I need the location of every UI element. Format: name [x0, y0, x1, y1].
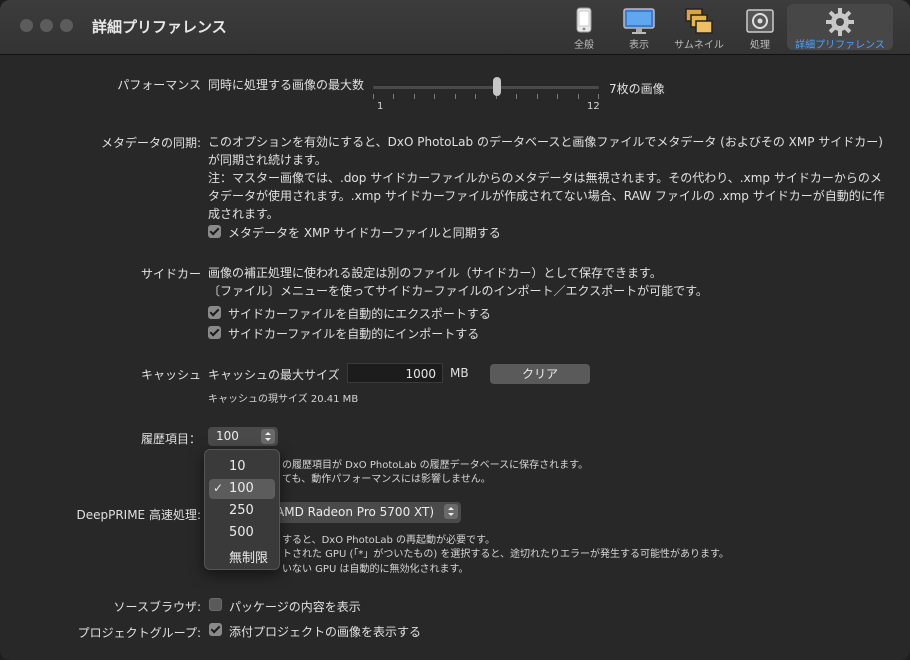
- metadata-label: メタデータの同期:: [100, 136, 201, 150]
- metadata-desc: このオプションを有効にすると、DxO PhotoLab のデータベースと画像ファ…: [208, 133, 898, 223]
- attached-project-images-checkbox[interactable]: [209, 623, 222, 636]
- history-desc1: の履歴項目が DxO PhotoLab の履歴データベースに保存されます。: [282, 460, 589, 471]
- deepprime-gpu-popup[interactable]: AMD Radeon Pro 5700 XT): [270, 502, 461, 523]
- checkmark-icon: ✓: [213, 481, 224, 495]
- cache-label: キャッシュ: [140, 368, 201, 382]
- slider-track[interactable]: [373, 86, 599, 89]
- menu-item-label: 500: [229, 525, 254, 540]
- menu-item-500[interactable]: 500: [209, 523, 275, 543]
- toolbar-processing[interactable]: 処理: [738, 4, 782, 51]
- chevron-up-down-icon: [444, 504, 458, 519]
- source-browser-label: ソースブラウザ:: [113, 600, 201, 614]
- slider-tick: [373, 94, 374, 99]
- close-window-button[interactable]: [20, 19, 33, 32]
- metadata-sync-checkbox[interactable]: [208, 225, 221, 238]
- metadata-note2: タデータが使用されます。.xmp サイドカーファイルが作成されてない場合、RAW…: [208, 189, 885, 203]
- slider-tick: [434, 94, 435, 99]
- deepprime-desc2: トされた GPU (「*」がついたもの) を選択すると、途切れたりエラーが発生す…: [282, 549, 730, 560]
- menu-item-10[interactable]: 10: [209, 457, 275, 477]
- toolbar-advanced-label: 詳細プリファレンス: [795, 40, 885, 51]
- minimize-window-button[interactable]: [40, 19, 53, 32]
- menu-item-250[interactable]: 250: [209, 501, 275, 521]
- sidecar-export-label: サイドカーファイルを自動的にエクスポートする: [228, 307, 491, 321]
- deepprime-desc1: すると、DxO PhotoLab の再起動が必要です。: [282, 535, 496, 546]
- deepprime-label: DeepPRIME 高速処理:: [76, 508, 201, 522]
- slider-tick: [537, 94, 538, 99]
- thumbnails-icon: [684, 7, 714, 38]
- cache-size-input[interactable]: 1000: [347, 363, 443, 383]
- monitor-icon: [623, 7, 655, 38]
- slider-knob[interactable]: [493, 77, 501, 96]
- history-popup-value: 100: [216, 429, 239, 443]
- zoom-window-button[interactable]: [60, 19, 73, 32]
- menu-item-label: 250: [229, 503, 254, 518]
- history-dropdown-menu: 10 ✓ 100 250 500 無制限: [204, 449, 280, 570]
- slider-tick: [475, 94, 476, 99]
- package-contents-checkbox[interactable]: [209, 598, 222, 611]
- slider-tick: [414, 94, 415, 99]
- cache-current-size: キャッシュの現サイズ 20.41 MB: [208, 394, 359, 405]
- history-popup[interactable]: 100: [208, 427, 278, 446]
- toolbar-general-label: 全般: [574, 40, 594, 51]
- project-group-label: プロジェクトグループ:: [77, 626, 201, 640]
- history-desc2: ても、動作パフォーマンスには影響しません。: [282, 474, 491, 485]
- title-bar: 詳細プリファレンス 全般 表示 サムネイル 処理 詳細プリファレンス: [0, 0, 910, 55]
- menu-item-label: 100: [229, 481, 254, 496]
- menu-item-unlimited[interactable]: 無制限: [209, 545, 275, 566]
- cache-unit: MB: [450, 366, 469, 380]
- chevron-up-down-icon: [261, 429, 275, 444]
- toolbar-display-label: 表示: [629, 40, 649, 51]
- sidecar-export-checkbox[interactable]: [208, 306, 221, 319]
- metadata-line2: が同期され続けます。: [208, 153, 327, 167]
- performance-desc: 同時に処理する画像の最大数: [208, 78, 365, 92]
- metadata-sync-label: メタデータを XMP サイドカーファイルと同期する: [228, 226, 501, 240]
- slider-tick: [455, 94, 456, 99]
- toolbar-thumbnails[interactable]: サムネイル: [670, 4, 728, 51]
- toolbar-processing-label: 処理: [750, 40, 770, 51]
- menu-item-100[interactable]: ✓ 100: [209, 479, 275, 499]
- package-contents-label: パッケージの内容を表示: [229, 600, 361, 614]
- cache-clear-button[interactable]: クリア: [490, 364, 590, 384]
- performance-label: パフォーマンス: [117, 78, 201, 92]
- deepprime-gpu-value: AMD Radeon Pro 5700 XT): [276, 505, 435, 519]
- metadata-line1: このオプションを有効にすると、DxO PhotoLab のデータベースと画像ファ…: [208, 135, 883, 149]
- sidecar-line2: 〔ファイル〕メニューを使ってサイドカ−ファイルのインポート／エクスポートが可能で…: [208, 284, 708, 298]
- metadata-note1: 注：マスター画像では、.dop サイドカーファイルからのメタデータは無視されます…: [208, 171, 882, 185]
- deepprime-desc3: いない GPU は自動的に無効化されます。: [282, 564, 469, 575]
- processing-icon: [746, 7, 774, 38]
- attached-project-images-label: 添付プロジェクトの画像を表示する: [229, 625, 422, 639]
- slider-min-label: 1: [377, 101, 384, 112]
- slider-tick: [393, 94, 394, 99]
- sidecar-import-label: サイドカーファイルを自動的にインポートする: [228, 327, 480, 341]
- sidecar-label: サイドカー: [140, 267, 201, 281]
- cache-max-label: キャッシュの最大サイズ: [208, 368, 340, 382]
- metadata-note3: 成されます。: [208, 207, 279, 221]
- window-title: 詳細プリファレンス: [92, 18, 227, 36]
- sidecar-import-checkbox[interactable]: [208, 326, 221, 339]
- toolbar-advanced[interactable]: 詳細プリファレンス: [787, 4, 893, 51]
- slider-tick: [598, 94, 599, 99]
- slider-tick: [578, 94, 579, 99]
- toolbar-display[interactable]: 表示: [614, 4, 664, 51]
- performance-value: 7枚の画像: [609, 82, 665, 96]
- preferences-window: 詳細プリファレンス 全般 表示 サムネイル 処理 詳細プリファレンス パフォーマ…: [0, 0, 910, 660]
- phone-icon: [571, 7, 597, 36]
- sidecar-line1: 画像の補正処理に使われる設定は別のファイル（サイドカー）として保存できます。: [208, 266, 662, 280]
- sidecar-desc: 画像の補正処理に使われる設定は別のファイル（サイドカー）として保存できます。 〔…: [208, 264, 898, 300]
- slider-tick: [516, 94, 517, 99]
- slider-tick: [557, 94, 558, 99]
- toolbar-thumbnails-label: サムネイル: [674, 40, 724, 51]
- toolbar-general[interactable]: 全般: [562, 4, 606, 51]
- slider-max-label: 12: [587, 101, 600, 112]
- menu-item-label: 無制限: [229, 551, 269, 566]
- history-label: 履歴項目：: [140, 432, 201, 446]
- menu-item-label: 10: [229, 459, 246, 474]
